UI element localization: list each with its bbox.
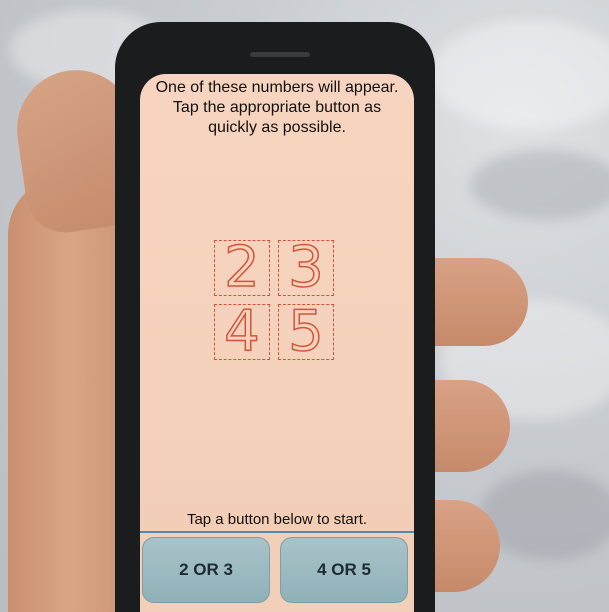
four-or-five-button[interactable]: 4 OR 5 [280,537,408,603]
digit-cell: 4 [214,303,270,360]
instructions-text: One of these numbers will appear. Tap th… [155,79,399,136]
button-bar: 2 OR 3 4 OR 5 [140,535,414,612]
digit-cell: 2 [214,239,270,296]
digit-cell: 5 [278,303,334,360]
earpiece-speaker [250,52,310,57]
digit-grid: 2 3 4 5 [214,239,338,362]
hand-finger [420,258,528,346]
two-or-three-button[interactable]: 2 OR 3 [142,537,270,603]
digit-cell: 3 [278,239,334,296]
app-screen: One of these numbers will appear. Tap th… [140,74,414,612]
divider [140,531,414,533]
start-hint: Tap a button below to start. [186,511,368,528]
